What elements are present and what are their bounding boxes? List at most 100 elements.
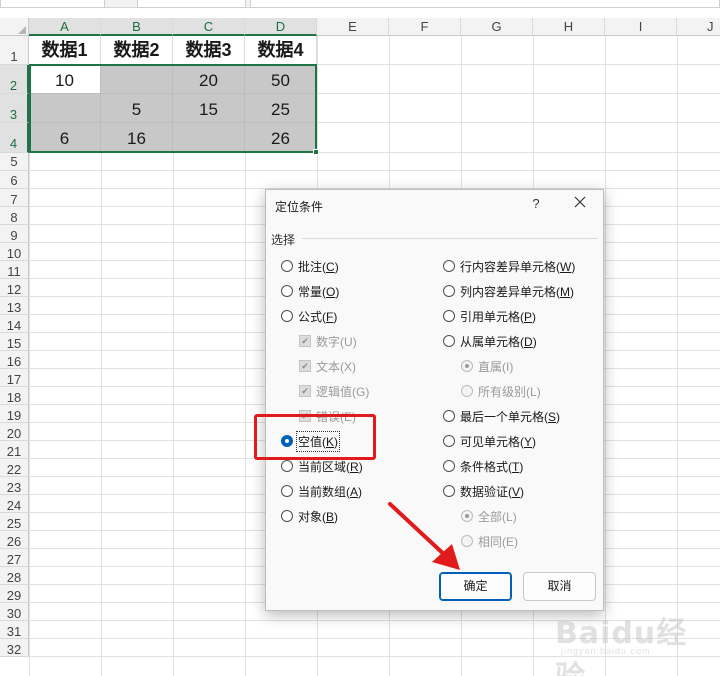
- option-visible-cells[interactable]: 可见单元格(Y): [443, 432, 536, 450]
- option-comments[interactable]: 批注(C): [281, 257, 339, 275]
- cell-a1[interactable]: 数据1: [29, 36, 101, 65]
- radio-icon[interactable]: [443, 485, 455, 497]
- row-header-9[interactable]: 9: [0, 225, 29, 243]
- select-all-corner[interactable]: [0, 18, 29, 36]
- radio-icon[interactable]: [281, 460, 293, 472]
- radio-icon[interactable]: [443, 310, 455, 322]
- cell-d1[interactable]: 数据4: [245, 36, 317, 65]
- cell-a4[interactable]: 6: [29, 123, 101, 153]
- option-current-region[interactable]: 当前区域(R): [281, 457, 363, 475]
- row-header-3[interactable]: 3: [0, 94, 29, 123]
- row-header-31[interactable]: 31: [0, 621, 29, 639]
- cell-a3[interactable]: [29, 94, 101, 123]
- cell-d4[interactable]: 26: [245, 123, 317, 153]
- option-data-validation[interactable]: 数据验证(V): [443, 482, 524, 500]
- cell-b3[interactable]: 5: [101, 94, 173, 123]
- radio-icon[interactable]: [281, 260, 293, 272]
- option-constants[interactable]: 常量(O): [281, 282, 339, 300]
- cell-d2[interactable]: 50: [245, 65, 317, 94]
- radio-selected-icon[interactable]: [281, 435, 293, 447]
- function-box[interactable]: [137, 0, 246, 8]
- cell-c3[interactable]: 15: [173, 94, 245, 123]
- option-precedents[interactable]: 引用单元格(P): [443, 307, 536, 325]
- option-label: 列内容差异单元格: [460, 284, 557, 299]
- radio-icon[interactable]: [443, 460, 455, 472]
- row-header-4[interactable]: 4: [0, 123, 29, 153]
- row-header-8[interactable]: 8: [0, 207, 29, 225]
- radio-icon[interactable]: [281, 310, 293, 322]
- row-header-5[interactable]: 5: [0, 153, 29, 171]
- row-header-18[interactable]: 18: [0, 387, 29, 405]
- cell-c1[interactable]: 数据3: [173, 36, 245, 65]
- radio-icon[interactable]: [281, 485, 293, 497]
- column-header-c[interactable]: C: [173, 18, 245, 36]
- radio-icon[interactable]: [281, 510, 293, 522]
- option-label: 批注: [298, 259, 323, 274]
- row-header-25[interactable]: 25: [0, 513, 29, 531]
- row-header-10[interactable]: 10: [0, 243, 29, 261]
- option-current-array[interactable]: 当前数组(A): [281, 482, 362, 500]
- row-header-26[interactable]: 26: [0, 531, 29, 549]
- row-header-19[interactable]: 19: [0, 405, 29, 423]
- help-button[interactable]: ?: [528, 196, 544, 212]
- option-formulas[interactable]: 公式(F): [281, 307, 337, 325]
- name-box[interactable]: [0, 0, 105, 8]
- column-header-i[interactable]: I: [605, 18, 677, 36]
- cell-c2[interactable]: 20: [173, 65, 245, 94]
- row-header-21[interactable]: 21: [0, 441, 29, 459]
- cell-d3[interactable]: 25: [245, 94, 317, 123]
- cell-b2[interactable]: [101, 65, 173, 94]
- row-header-7[interactable]: 7: [0, 189, 29, 207]
- column-header-d[interactable]: D: [245, 18, 317, 36]
- row-header-24[interactable]: 24: [0, 495, 29, 513]
- option-dependents[interactable]: 从属单元格(D): [443, 332, 537, 350]
- cell-b1[interactable]: 数据2: [101, 36, 173, 65]
- row-header-2[interactable]: 2: [0, 65, 29, 94]
- row-header-11[interactable]: 11: [0, 261, 29, 279]
- column-header-e[interactable]: E: [317, 18, 389, 36]
- radio-icon[interactable]: [443, 335, 455, 347]
- radio-icon[interactable]: [443, 435, 455, 447]
- column-header-a[interactable]: A: [29, 18, 101, 36]
- row-header-15[interactable]: 15: [0, 333, 29, 351]
- radio-icon[interactable]: [443, 285, 455, 297]
- row-header-22[interactable]: 22: [0, 459, 29, 477]
- row-header-29[interactable]: 29: [0, 585, 29, 603]
- option-conditional-formats[interactable]: 条件格式(T): [443, 457, 523, 475]
- column-header-b[interactable]: B: [101, 18, 173, 36]
- row-header-16[interactable]: 16: [0, 351, 29, 369]
- radio-icon[interactable]: [443, 260, 455, 272]
- option-blanks[interactable]: 空值(K): [281, 430, 341, 452]
- option-label: 行内容差异单元格: [460, 259, 557, 274]
- cell-a2[interactable]: 10: [29, 65, 101, 94]
- row-header-1[interactable]: 1: [0, 36, 29, 65]
- column-header-h[interactable]: H: [533, 18, 605, 36]
- column-header-j[interactable]: J: [677, 18, 720, 36]
- cell-b4[interactable]: 16: [101, 123, 173, 153]
- column-header-f[interactable]: F: [389, 18, 461, 36]
- row-header-30[interactable]: 30: [0, 603, 29, 621]
- close-button[interactable]: [571, 195, 589, 213]
- option-last-cell[interactable]: 最后一个单元格(S): [443, 407, 560, 425]
- row-header-23[interactable]: 23: [0, 477, 29, 495]
- radio-icon[interactable]: [281, 285, 293, 297]
- option-column-differences[interactable]: 列内容差异单元格(M): [443, 282, 574, 300]
- row-header-14[interactable]: 14: [0, 315, 29, 333]
- radio-icon[interactable]: [443, 410, 455, 422]
- row-header-32[interactable]: 32: [0, 639, 29, 657]
- checkbox-checked-icon: ✔: [299, 410, 311, 422]
- option-row-differences[interactable]: 行内容差异单元格(W): [443, 257, 575, 275]
- row-header-28[interactable]: 28: [0, 567, 29, 585]
- row-header-17[interactable]: 17: [0, 369, 29, 387]
- option-objects[interactable]: 对象(B): [281, 507, 338, 525]
- row-header-20[interactable]: 20: [0, 423, 29, 441]
- formula-input[interactable]: [250, 0, 720, 8]
- row-header-6[interactable]: 6: [0, 171, 29, 189]
- cancel-button[interactable]: 取消: [523, 572, 596, 601]
- cell-c4[interactable]: [173, 123, 245, 153]
- column-header-g[interactable]: G: [461, 18, 533, 36]
- row-header-12[interactable]: 12: [0, 279, 29, 297]
- row-header-13[interactable]: 13: [0, 297, 29, 315]
- ok-button[interactable]: 确定: [439, 572, 512, 601]
- row-header-27[interactable]: 27: [0, 549, 29, 567]
